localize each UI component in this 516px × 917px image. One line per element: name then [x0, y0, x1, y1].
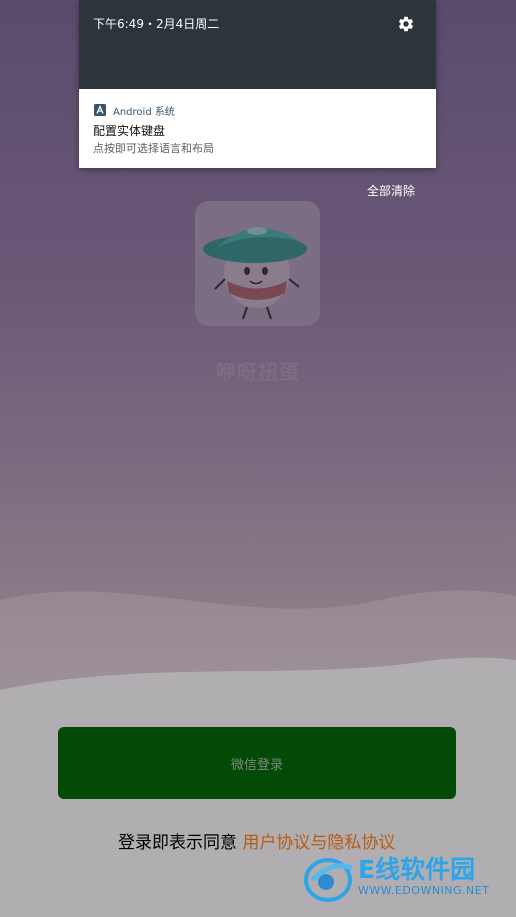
- shade-header: 下午6:49・2月4日周二: [79, 0, 436, 89]
- watermark-logo-icon: [304, 858, 353, 902]
- wechat-login-label: 微信登录: [230, 757, 283, 773]
- notification-app-name: Android 系统: [113, 107, 175, 118]
- notification-card[interactable]: Android 系统 配置实体键盘 点按即可选择语言和布局: [79, 89, 436, 168]
- android-system-icon: [94, 104, 106, 116]
- watermark-brand: E线软件园: [358, 855, 476, 884]
- notification-title: 配置实体键盘: [93, 124, 166, 138]
- app-logo: [195, 201, 320, 326]
- watermark: E线软件园 WWW.EDOWNING.NET: [302, 848, 512, 908]
- clear-all-button[interactable]: 全部清除: [367, 182, 415, 199]
- agreement-prefix: 登录即表示同意: [118, 833, 243, 853]
- watermark-url: WWW.EDOWNING.NET: [358, 884, 490, 897]
- notification-shade: 下午6:49・2月4日周二 Android 系统 配置实体键盘 点按即可选择语言…: [79, 0, 436, 168]
- wechat-login-button[interactable]: 微信登录: [58, 727, 456, 799]
- app-name: 咿呀扭蛋: [216, 360, 300, 384]
- gear-icon[interactable]: [397, 15, 415, 33]
- app-screen: 咿呀扭蛋 下午6:49・2月4日周二 Android 系统 配置实体键盘 点按即…: [0, 0, 516, 917]
- egg-mascot-logo-icon: [195, 201, 320, 326]
- time-date: 下午6:49・2月4日周二: [93, 17, 220, 31]
- notification-text: 点按即可选择语言和布局: [93, 142, 214, 155]
